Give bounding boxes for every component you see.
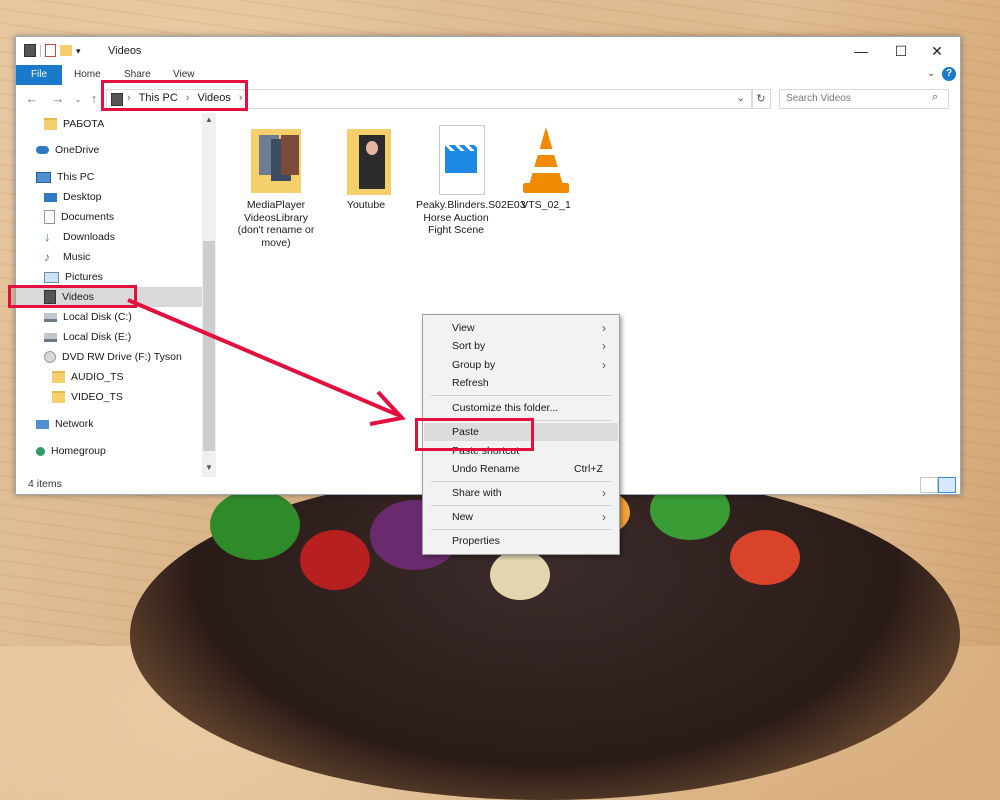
menu-item-undo-rename[interactable]: Undo Rename Ctrl+Z xyxy=(424,460,618,478)
menu-item-sort-by[interactable]: Sort by › xyxy=(424,337,618,355)
chevron-right-icon: › xyxy=(602,321,606,335)
menu-separator xyxy=(431,395,611,396)
menu-item-new[interactable]: New › xyxy=(424,508,618,526)
menu-separator xyxy=(431,481,611,482)
menu-item-customize-folder[interactable]: Customize this folder... xyxy=(424,399,618,417)
menu-item-refresh[interactable]: Refresh xyxy=(424,374,618,392)
menu-item-properties[interactable]: Properties xyxy=(424,532,618,550)
menu-separator xyxy=(431,529,611,530)
menu-item-share-with[interactable]: Share with › xyxy=(424,484,618,502)
menu-item-group-by[interactable]: Group by › xyxy=(424,356,618,374)
menu-item-view[interactable]: View › xyxy=(424,319,618,337)
menu-separator xyxy=(431,505,611,506)
chevron-right-icon: › xyxy=(602,486,606,500)
chevron-right-icon: › xyxy=(602,339,606,353)
chevron-right-icon: › xyxy=(602,358,606,372)
chevron-right-icon: › xyxy=(602,510,606,524)
paste-highlight-box xyxy=(415,418,534,451)
